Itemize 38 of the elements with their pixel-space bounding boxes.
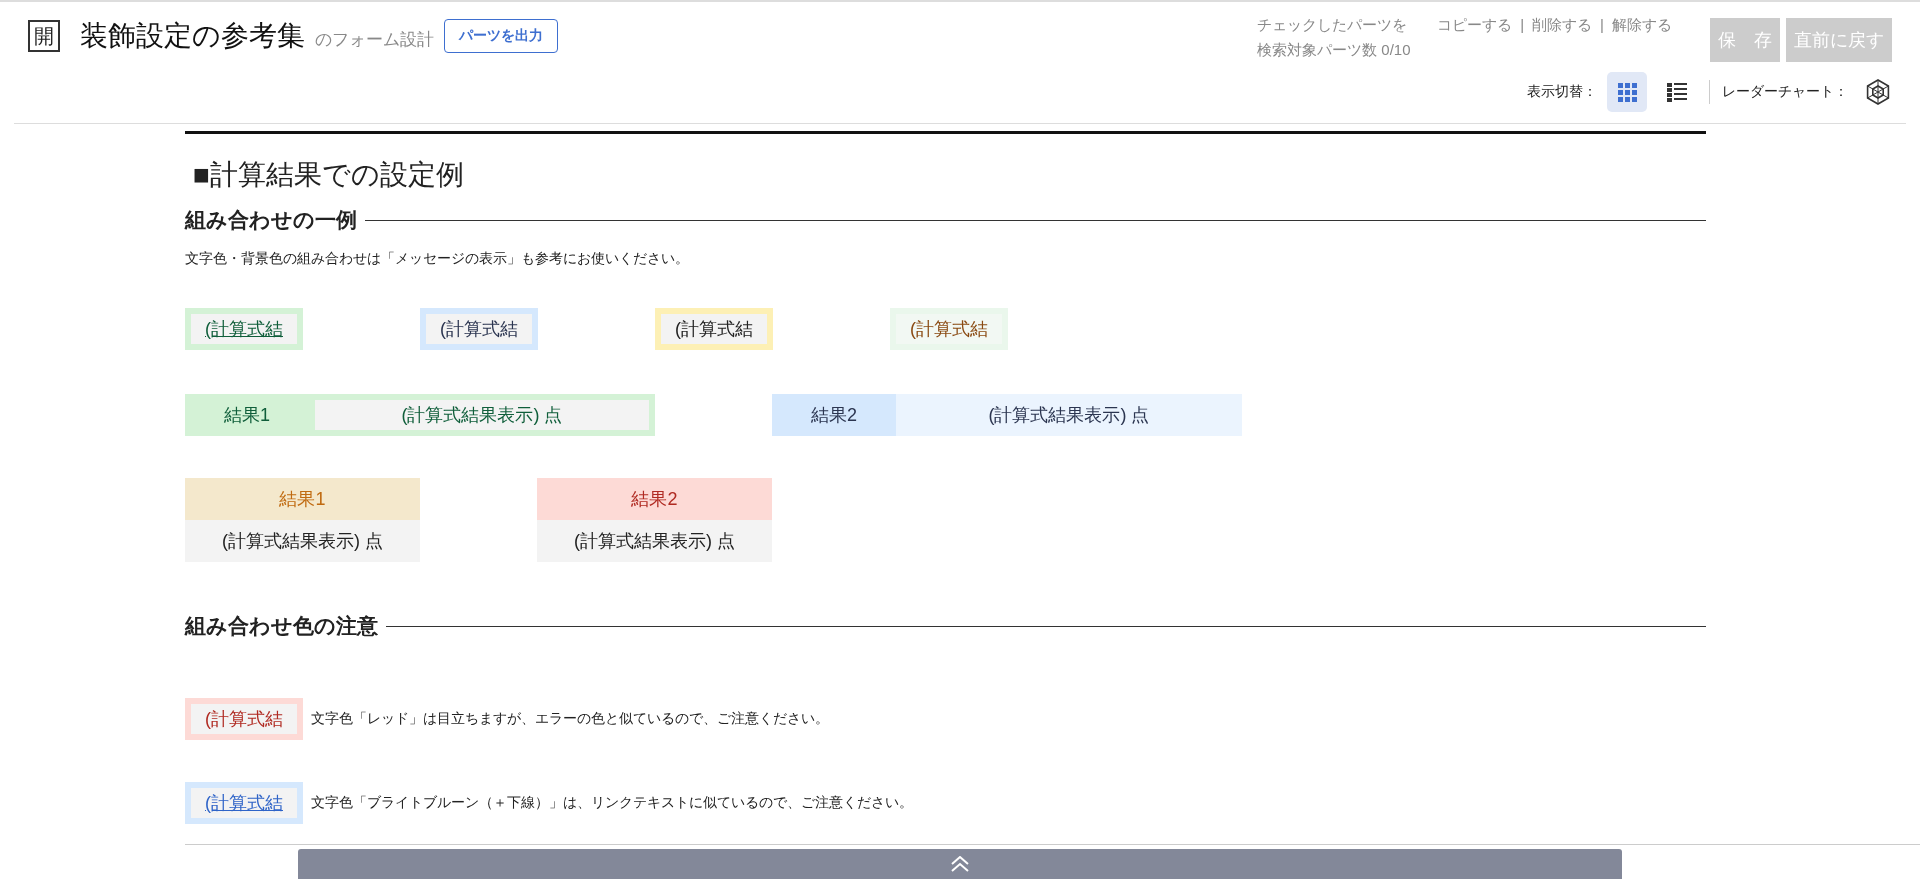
- result-value: (計算式結果表示) 点: [185, 520, 420, 562]
- result-label: 結果1: [185, 478, 420, 520]
- sample-chip: (計算式結: [890, 308, 1008, 350]
- sample-chip: (計算式結: [420, 308, 538, 350]
- subsection-heading: 組み合わせ色の注意: [185, 613, 378, 639]
- result-label: 結果1: [185, 394, 309, 436]
- separator: |: [1520, 15, 1525, 35]
- view-toggle-button[interactable]: [1607, 72, 1647, 112]
- grid-icon: [1617, 82, 1637, 102]
- action-link[interactable]: コピーする: [1437, 12, 1513, 37]
- result-value: (計算式結果表示) 点: [309, 394, 655, 436]
- radar-chart-label: レーダーチャート：: [1722, 83, 1848, 101]
- separator: |: [1600, 15, 1604, 35]
- checked-parts-label: チェックしたパーツを: [1257, 15, 1408, 35]
- page-title: 装飾設定の参考集: [80, 19, 305, 53]
- result-value: (計算式結果表示) 点: [896, 394, 1242, 436]
- sample-chip: (計算式結: [655, 308, 773, 350]
- list-icon: [1667, 82, 1687, 102]
- radar-chart-icon[interactable]: [1864, 78, 1892, 106]
- action-link[interactable]: 解除する: [1612, 12, 1672, 37]
- result-label: 結果2: [537, 478, 772, 520]
- sample-chip: (計算式結: [185, 698, 303, 740]
- action-link[interactable]: 削除する: [1532, 12, 1593, 37]
- result-value: (計算式結果表示) 点: [537, 520, 772, 562]
- export-button[interactable]: パーツを出力: [444, 19, 558, 53]
- note-text: 文字色・背景色の組み合わせは「メッセージの表示」も参考にお使いください。: [185, 250, 690, 268]
- sample-chip: (計算式結: [185, 782, 303, 824]
- section-title: ■計算結果での設定例: [193, 158, 465, 192]
- logo: 開: [28, 20, 60, 52]
- caution-text: 文字色「レッド」は目立ちますが、エラーの色と似ているので、ご注意ください。: [311, 710, 829, 728]
- subsection-heading: 組み合わせの一例: [185, 207, 357, 233]
- page-subtitle: のフォーム設計: [315, 28, 434, 51]
- sample-chip: (計算式結: [185, 308, 303, 350]
- search-count: 検索対象パーツ数 0/10: [1257, 40, 1412, 60]
- double-chevron-up-icon: [950, 856, 970, 872]
- caution-text: 文字色「ブライトブルーン（＋下線）」は、リンクテキストに似ているので、ご注意ください。: [311, 794, 913, 812]
- result-label: 結果2: [772, 394, 896, 436]
- view-toggle-label: 表示切替：: [1527, 83, 1597, 101]
